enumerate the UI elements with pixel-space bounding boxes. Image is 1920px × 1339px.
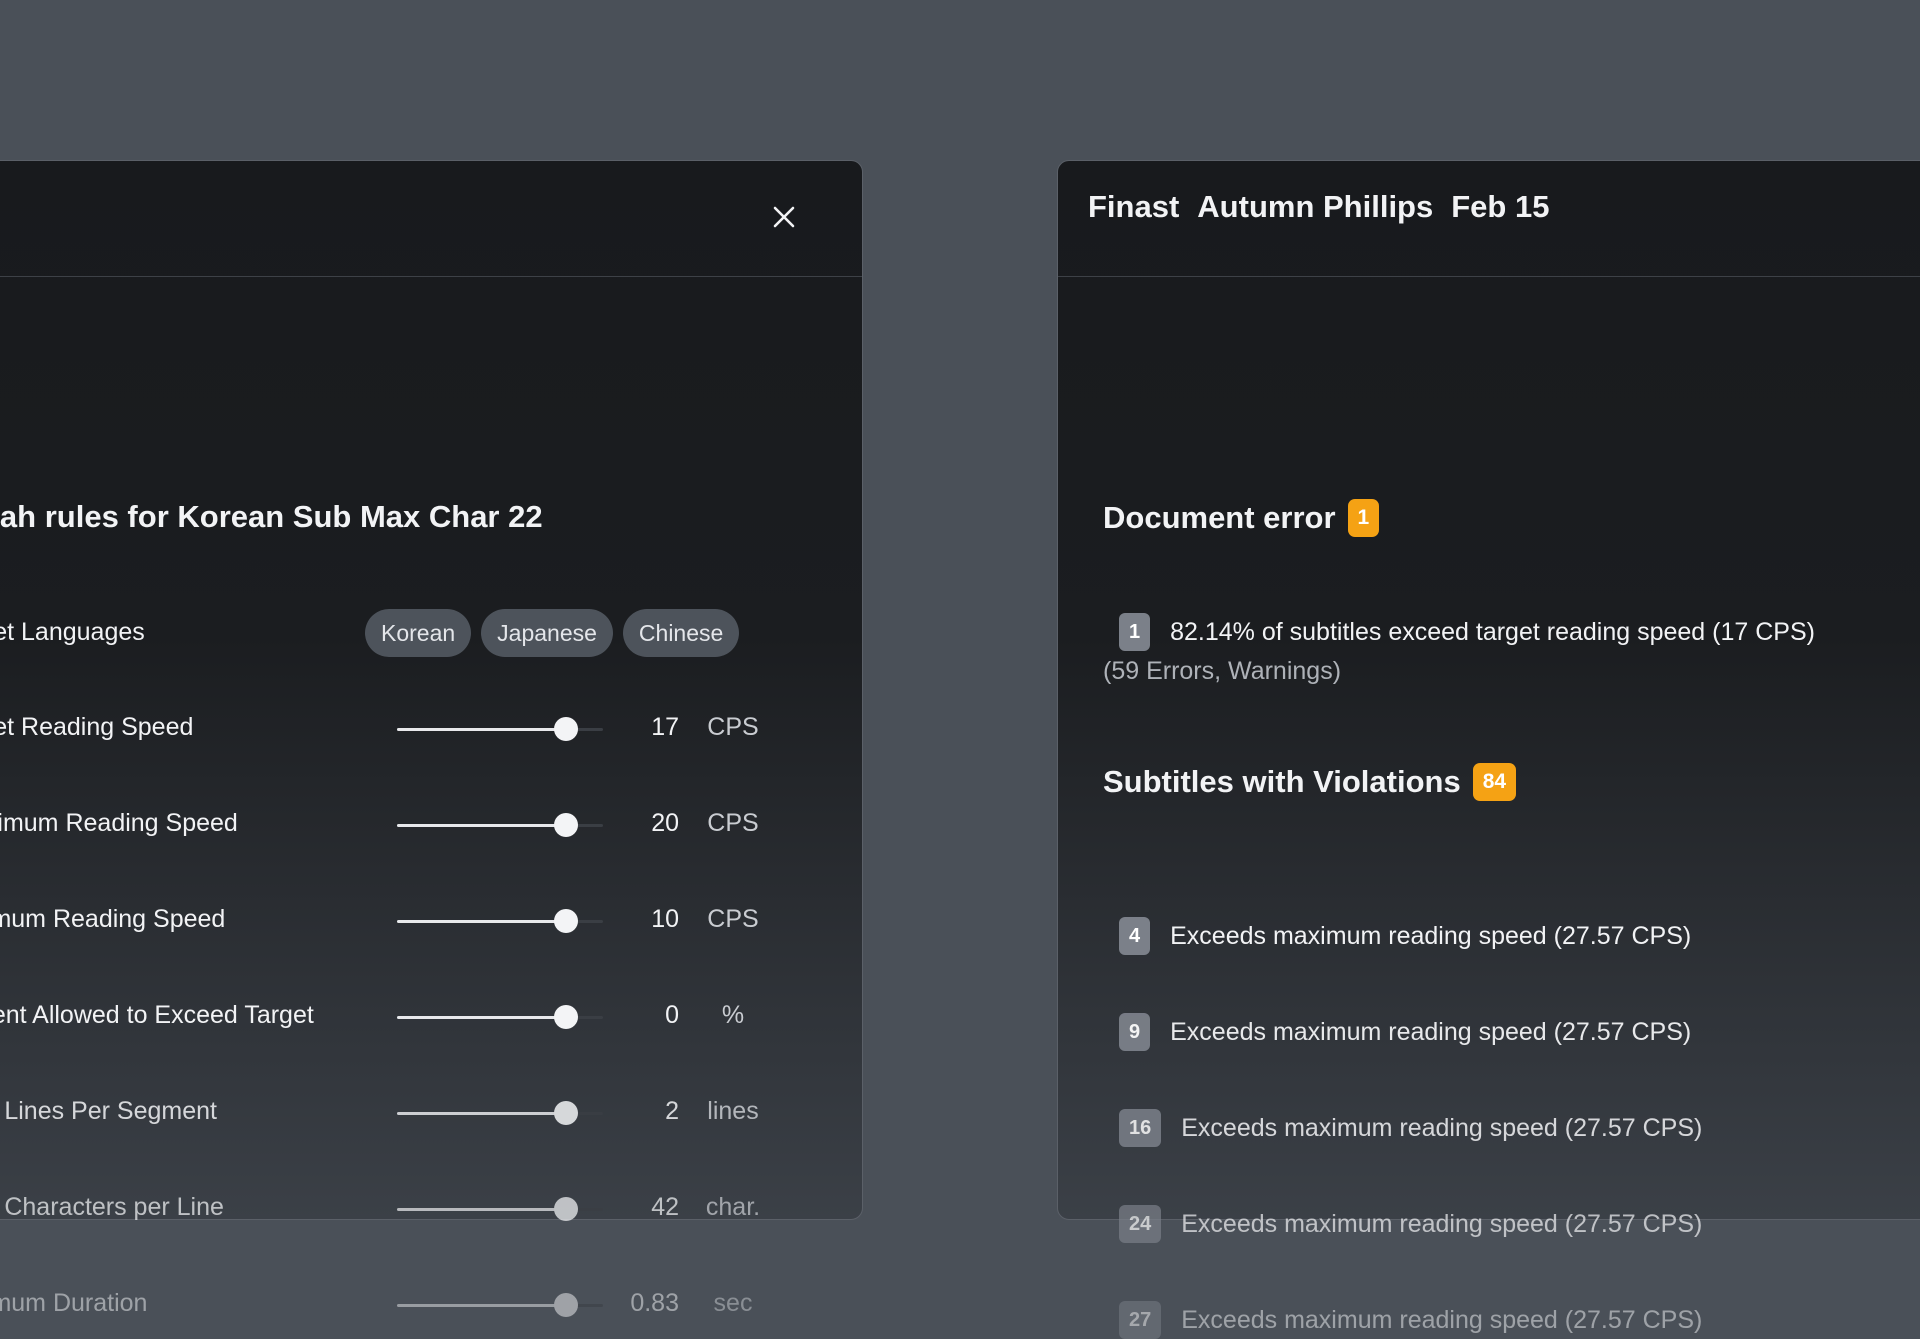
setting-value: 42 <box>651 1193 679 1221</box>
slider-thumb[interactable] <box>553 1293 578 1317</box>
subtitle-number-badge: 24 <box>1119 1205 1162 1243</box>
setting-label: rget Reading Speed <box>0 713 194 741</box>
close-button[interactable] <box>758 191 810 243</box>
setting-row-minimum-reading-speed: nimum Reading Speed 10 CPS <box>0 901 781 941</box>
setting-value: 10 <box>651 905 679 933</box>
document-date: Feb 15 <box>1451 189 1550 224</box>
error-number-badge: 1 <box>1119 613 1151 651</box>
slider-thumb[interactable] <box>553 813 578 837</box>
document-error-count-badge: 1 <box>1347 499 1380 537</box>
setting-unit: sec <box>713 1289 753 1317</box>
rules-panel: oah rules for Korean Sub Max Char 22 rge… <box>0 160 863 1317</box>
violation-item[interactable]: 9 Exceeds maximum reading speed (27.57 C… <box>1119 1013 1691 1051</box>
setting-label: nimum Reading Speed <box>0 905 226 933</box>
setting-slider[interactable] <box>397 717 603 741</box>
setting-label: ax Lines Per Segment <box>0 1097 217 1125</box>
setting-row-max-lines-per-segment: ax Lines Per Segment 2 lines <box>0 1093 781 1133</box>
language-chip-japanese[interactable]: Japanese <box>481 609 613 657</box>
setting-value: 20 <box>651 809 679 837</box>
setting-unit: CPS <box>707 713 759 741</box>
setting-slider[interactable] <box>397 1005 603 1029</box>
subtitle-number-badge: 16 <box>1119 1109 1162 1147</box>
setting-row-percent-allowed-to-exceed: rcent Allowed to Exceed Target 0 % <box>0 997 781 1037</box>
language-chip-korean[interactable]: Korean <box>365 609 472 657</box>
setting-slider[interactable] <box>397 1101 603 1125</box>
error-message: 82.14% of subtitles exceed target readin… <box>1170 617 1815 646</box>
setting-row-max-characters-per-line: ax Characters per Line 42 char. <box>0 1189 781 1229</box>
setting-label: ax Characters per Line <box>0 1193 224 1221</box>
close-icon <box>758 205 810 229</box>
setting-row-minimum-duration: nimum Duration 0.83 sec <box>0 1285 781 1325</box>
document-name: Finast <box>1088 189 1180 224</box>
document-error-title: Document error <box>1103 500 1336 535</box>
document-heading: Finast Autumn Phillips Feb 15 <box>1088 189 1549 225</box>
setting-unit: lines <box>707 1097 759 1125</box>
subtitle-number-badge: 27 <box>1119 1301 1162 1339</box>
violation-item[interactable]: 4 Exceeds maximum reading speed (27.57 C… <box>1119 917 1691 955</box>
document-error-item[interactable]: 1 82.14% of subtitles exceed target read… <box>1119 613 1815 651</box>
violation-message: Exceeds maximum reading speed (27.57 CPS… <box>1181 1305 1703 1334</box>
target-languages-label: rget Languages <box>0 618 145 646</box>
document-author: Autumn Phillips <box>1197 189 1434 224</box>
violation-message: Exceeds maximum reading speed (27.57 CPS… <box>1181 1209 1703 1238</box>
setting-unit: % <box>721 1001 745 1029</box>
setting-row-target-reading-speed: rget Reading Speed 17 CPS <box>0 709 781 749</box>
violations-count-badge: 84 <box>1472 763 1517 801</box>
setting-label: aximum Reading Speed <box>0 809 238 837</box>
setting-unit: CPS <box>707 905 759 933</box>
violation-item[interactable]: 27 Exceeds maximum reading speed (27.57 … <box>1119 1301 1702 1339</box>
setting-value: 17 <box>651 713 679 741</box>
violation-message: Exceeds maximum reading speed (27.57 CPS… <box>1170 921 1692 950</box>
setting-slider[interactable] <box>397 1197 603 1221</box>
slider-thumb[interactable] <box>553 717 578 741</box>
violation-message: Exceeds maximum reading speed (27.57 CPS… <box>1181 1113 1703 1142</box>
slider-thumb[interactable] <box>553 1197 578 1221</box>
subtitle-number-badge: 9 <box>1119 1013 1151 1051</box>
rules-title: oah rules for Korean Sub Max Char 22 <box>0 499 543 534</box>
setting-row-maximum-reading-speed: aximum Reading Speed 20 CPS <box>0 805 781 845</box>
violation-item[interactable]: 16 Exceeds maximum reading speed (27.57 … <box>1119 1109 1702 1147</box>
report-panel: Finast Autumn Phillips Feb 15 Document e… <box>1057 160 1920 1339</box>
report-panel-header: Finast Autumn Phillips Feb 15 <box>1058 161 1920 277</box>
setting-value: 0 <box>665 1001 679 1029</box>
violation-item[interactable]: 24 Exceeds maximum reading speed (27.57 … <box>1119 1205 1702 1243</box>
subtitle-number-badge: 4 <box>1119 917 1151 955</box>
setting-label: nimum Duration <box>0 1289 148 1317</box>
language-chips: Korean Japanese Chinese <box>365 609 740 657</box>
setting-unit: char. <box>705 1193 761 1221</box>
rules-panel-header <box>0 161 862 277</box>
violations-title: Subtitles with Violations <box>1103 764 1461 799</box>
setting-value: 0.83 <box>630 1289 679 1317</box>
setting-slider[interactable] <box>397 1293 603 1317</box>
violation-message: Exceeds maximum reading speed (27.57 CPS… <box>1170 1017 1692 1046</box>
setting-slider[interactable] <box>397 909 603 933</box>
setting-label: rcent Allowed to Exceed Target <box>0 1001 314 1029</box>
setting-slider[interactable] <box>397 813 603 837</box>
slider-thumb[interactable] <box>553 1101 578 1125</box>
slider-thumb[interactable] <box>553 1005 578 1029</box>
language-chip-chinese[interactable]: Chinese <box>622 609 740 657</box>
violations-summary: (59 Errors, Warnings) <box>1103 657 1342 685</box>
document-error-heading: Document error 1 <box>1103 499 1380 537</box>
setting-unit: CPS <box>707 809 759 837</box>
violations-heading: Subtitles with Violations 84 <box>1103 763 1517 801</box>
slider-thumb[interactable] <box>553 909 578 933</box>
setting-value: 2 <box>665 1097 679 1125</box>
